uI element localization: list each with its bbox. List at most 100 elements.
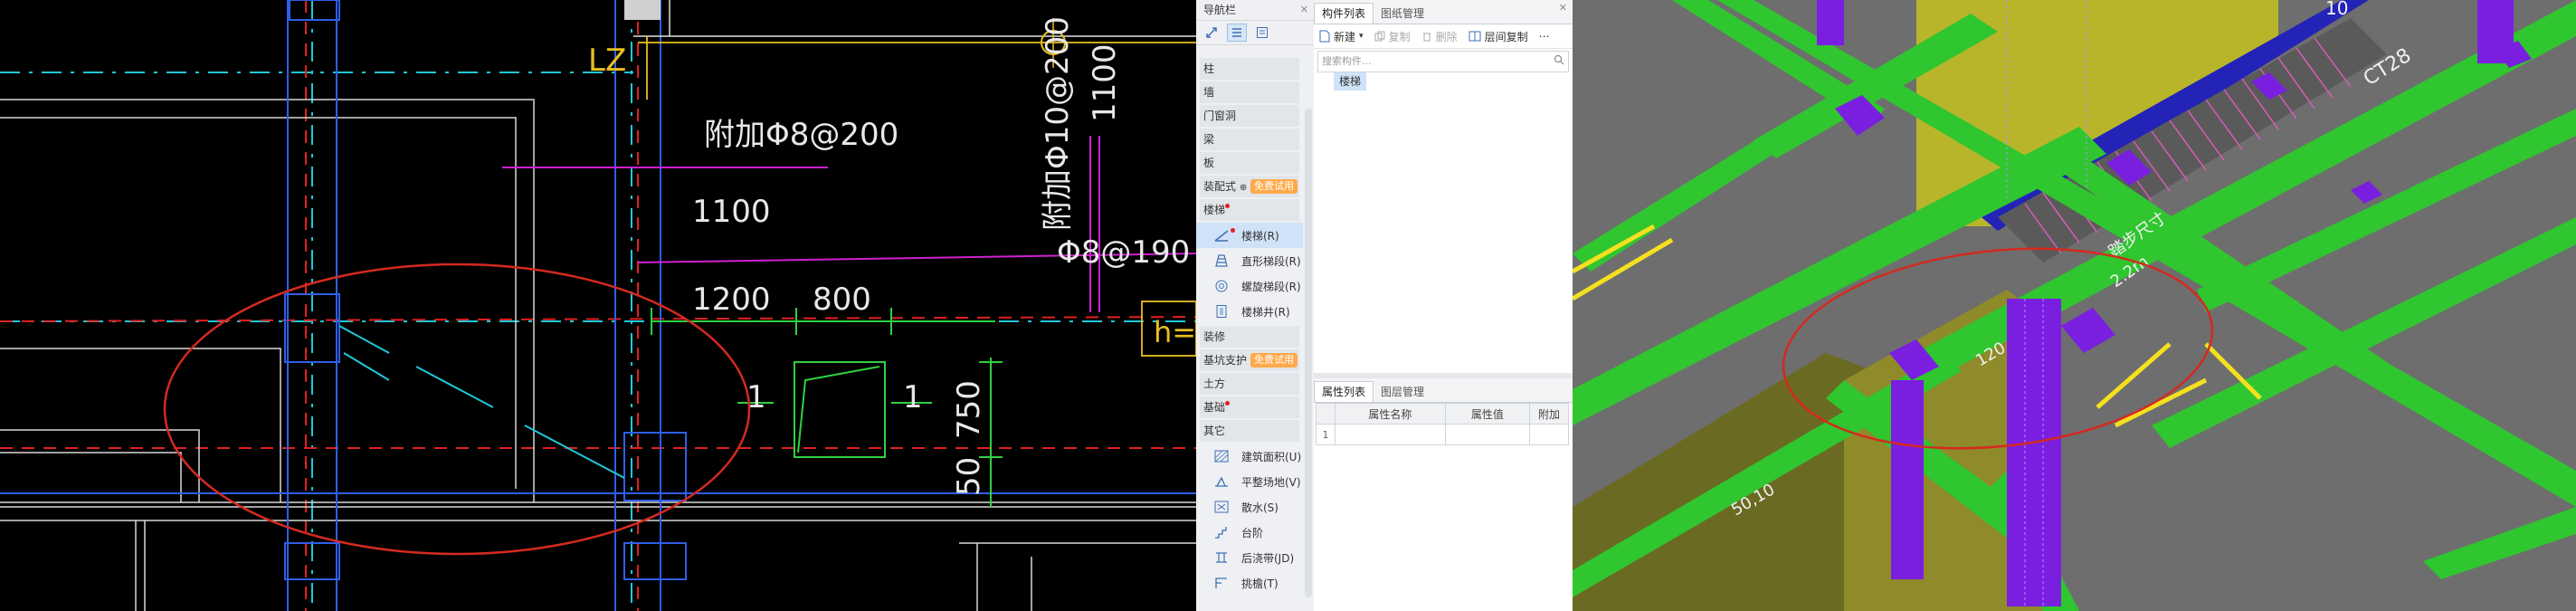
- copy-icon: [1374, 31, 1385, 42]
- nav-category-prefab[interactable]: 装配式 ⊕ 免费试用: [1200, 176, 1299, 197]
- rebar-label-2: 附加Φ10@200: [1040, 16, 1076, 231]
- nav-item-eave[interactable]: 挑檐(T): [1196, 570, 1303, 596]
- nav-item-building-area[interactable]: 建筑面积(U): [1196, 444, 1303, 469]
- dim-50-label: 50: [951, 457, 987, 496]
- new-doc-icon: [1319, 30, 1330, 43]
- nav-item-steps[interactable]: 台阶: [1196, 520, 1303, 545]
- nav-item-straight-flight[interactable]: 直形梯段(R): [1196, 248, 1303, 273]
- delete-icon: [1422, 33, 1431, 42]
- row-number: 1: [1316, 424, 1336, 445]
- nav-category-openings[interactable]: 门窗洞: [1200, 105, 1299, 127]
- navigation-panel: 导航栏 ✕ 柱 墙 门窗洞 梁 板 装配式 ⊕ 免费试用 楼梯 楼梯(R) 直形…: [1196, 0, 1315, 611]
- rebar-label-3: Φ8@190: [1057, 234, 1190, 271]
- nav-category-earthwork[interactable]: 土方: [1200, 373, 1299, 395]
- red-dashed-lines: [0, 0, 1196, 611]
- close-icon[interactable]: ✕: [1559, 2, 1567, 14]
- column-header-property-name: 属性名称: [1335, 403, 1446, 425]
- steps-icon: [1212, 524, 1231, 540]
- dimension-lines: [651, 308, 1003, 507]
- section-mark-b: 1: [903, 379, 923, 415]
- apron-icon: [1212, 499, 1231, 515]
- component-panel: 构件列表 图纸管理 ✕ 新建 ▾ 复制 删除 层间复制 ⋯ 搜索构件... 楼梯 …: [1314, 0, 1573, 611]
- property-panel: 属性列表 图层管理 属性名称 属性值 附加 1: [1314, 378, 1573, 611]
- stair-icon: [1212, 227, 1231, 243]
- search-icon[interactable]: [1554, 54, 1564, 65]
- stair-lines: [338, 325, 625, 479]
- tab-component-list[interactable]: 构件列表: [1314, 3, 1374, 24]
- lock-icon: ⊕: [1239, 183, 1248, 193]
- nav-category-other[interactable]: 其它: [1200, 420, 1299, 442]
- tab-property-list[interactable]: 属性列表: [1314, 381, 1374, 402]
- nav-item-site-leveling[interactable]: 平整场地(V): [1196, 469, 1303, 494]
- section-mark-a: 1: [746, 379, 766, 415]
- eave-icon: [1212, 575, 1231, 591]
- column-header-property-value: 属性值: [1444, 403, 1531, 425]
- 3d-view-canvas[interactable]: 10 CT28 踏步尺寸 2.2m 50,10 120: [1573, 0, 2576, 611]
- nav-category-wall[interactable]: 墙: [1200, 81, 1299, 103]
- leveling-icon: [1212, 473, 1231, 490]
- nav-item-post-cast-strip[interactable]: 后浇带(JD): [1196, 545, 1303, 570]
- property-tabs: 属性列表 图层管理: [1314, 378, 1573, 403]
- 3d-model-view: 10 CT28 踏步尺寸 2.2m 50,10 120: [1573, 0, 2576, 611]
- floor-copy-icon: [1469, 31, 1481, 42]
- lz-label: LZ: [588, 43, 626, 79]
- blue-lines: [0, 0, 1196, 611]
- dim-800-label: 800: [813, 282, 871, 318]
- modified-dot: [1225, 204, 1230, 208]
- delete-button[interactable]: 删除: [1421, 29, 1458, 44]
- component-search-input[interactable]: 搜索构件...: [1317, 51, 1569, 72]
- table-row[interactable]: 1: [1316, 424, 1569, 445]
- nav-item-apron[interactable]: 散水(S): [1196, 494, 1303, 520]
- dim-1100-vertical: 1100: [1087, 43, 1123, 122]
- tab-layer-management[interactable]: 图层管理: [1374, 382, 1431, 402]
- annotation-circle: [163, 263, 751, 556]
- nav-toolbar: [1196, 21, 1314, 45]
- wall-outlines: [0, 99, 1196, 611]
- cad-drawing-canvas[interactable]: LZ 附加Φ8@200 1100 附加Φ10@200 1100 Φ8@190 1…: [0, 0, 1196, 611]
- area-icon: [1212, 448, 1231, 464]
- rebar-label-1: 附加Φ8@200: [704, 117, 898, 153]
- expand-icon[interactable]: [1202, 24, 1221, 42]
- nav-scrollbar[interactable]: [1305, 109, 1312, 597]
- h-label: h=: [1154, 315, 1196, 349]
- detail-view-icon[interactable]: [1252, 24, 1272, 42]
- nav-category-column[interactable]: 柱: [1200, 58, 1299, 80]
- new-button[interactable]: 新建 ▾: [1319, 29, 1364, 44]
- component-tree-item-stair[interactable]: 楼梯: [1334, 72, 1367, 91]
- axis-lines: [0, 0, 1196, 611]
- nav-item-stair[interactable]: 楼梯(R): [1196, 223, 1303, 248]
- modified-dot: [1225, 401, 1230, 406]
- grid-label-box: [624, 0, 661, 20]
- more-icon[interactable]: ⋯: [1539, 30, 1550, 43]
- list-view-icon[interactable]: [1227, 24, 1247, 42]
- nav-panel-header: 导航栏 ✕: [1196, 0, 1314, 21]
- nav-category-list: 柱 墙 门窗洞 梁 板 装配式 ⊕ 免费试用 楼梯 楼梯(R) 直形梯段(R) …: [1196, 56, 1303, 596]
- component-toolbar: 新建 ▾ 复制 删除 层间复制 ⋯: [1314, 24, 1573, 49]
- floor-copy-button[interactable]: 层间复制: [1469, 29, 1528, 44]
- free-trial-badge[interactable]: 免费试用: [1250, 353, 1298, 368]
- column-header-extra: 附加: [1529, 403, 1569, 425]
- nav-item-stairwell[interactable]: 楼梯井(R): [1196, 299, 1303, 324]
- nav-category-slab[interactable]: 板: [1200, 152, 1299, 174]
- property-table: 属性名称 属性值 附加 1: [1316, 403, 1569, 445]
- nav-category-decoration[interactable]: 装修: [1200, 326, 1299, 348]
- component-tabs: 构件列表 图纸管理 ✕: [1314, 0, 1573, 24]
- nav-category-foundation[interactable]: 基础: [1200, 396, 1299, 418]
- post-cast-strip-icon: [1212, 549, 1231, 566]
- copy-button[interactable]: 复制: [1374, 29, 1411, 44]
- cad-drawing: LZ 附加Φ8@200 1100 附加Φ10@200 1100 Φ8@190 1…: [0, 0, 1196, 611]
- nav-category-beam[interactable]: 梁: [1200, 129, 1299, 150]
- floor-number-label: 10: [2325, 0, 2348, 19]
- close-icon[interactable]: ✕: [1300, 0, 1308, 20]
- stairwell-icon: [1212, 303, 1231, 320]
- nav-panel-title: 导航栏: [1203, 4, 1237, 16]
- dim-1200-label: 1200: [692, 282, 771, 318]
- dim-1100-label: 1100: [692, 194, 771, 230]
- dim-750-label: 750: [951, 380, 987, 439]
- nav-item-spiral-flight[interactable]: 螺旋梯段(R): [1196, 273, 1303, 299]
- free-trial-badge[interactable]: 免费试用: [1250, 179, 1298, 194]
- nav-category-stair[interactable]: 楼梯: [1200, 199, 1299, 221]
- straight-flight-icon: [1212, 253, 1231, 269]
- nav-category-excavation-support[interactable]: 基坑支护 ⊕ 免费试用: [1200, 349, 1299, 371]
- tab-drawing-management[interactable]: 图纸管理: [1374, 4, 1431, 24]
